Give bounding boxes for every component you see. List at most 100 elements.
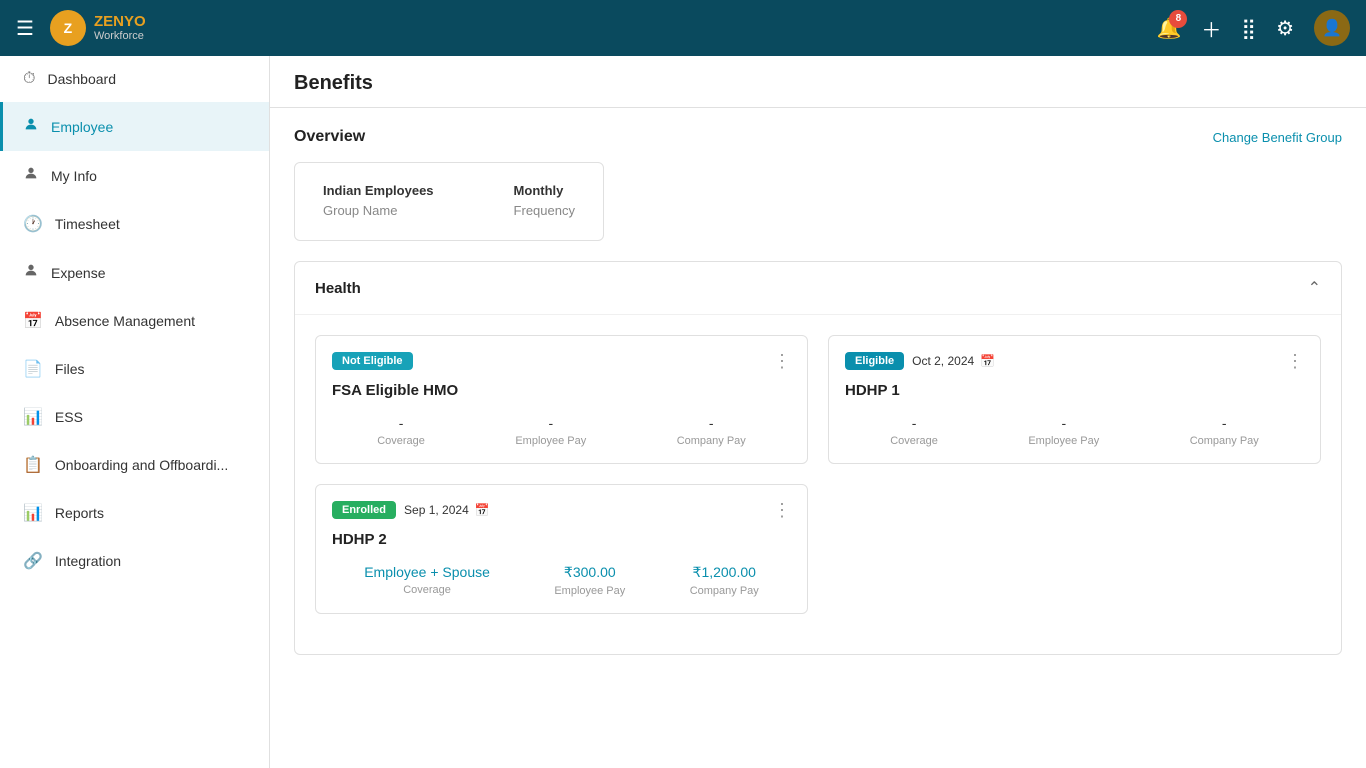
coverage-stat: - Coverage [377, 415, 425, 447]
sidebar-item-label: Employee [51, 119, 113, 135]
settings-icon[interactable]: ⚙ [1276, 16, 1294, 41]
overview-section: Overview Change Benefit Group Indian Emp… [270, 108, 1366, 261]
enrolled-badge: Enrolled [332, 501, 396, 519]
integration-icon: 🔗 [23, 551, 43, 571]
bottom-spacer [270, 679, 1366, 719]
benefit-card-hdhp1: Eligible Oct 2, 2024 📅 ⋮ HDHP 1 [828, 335, 1321, 464]
overview-card: Indian Employees Group Name Monthly Freq… [294, 162, 604, 241]
navbar-right: 🔔 8 ＋ ⣿ ⚙ 👤 [1157, 10, 1351, 46]
group-name-value: Indian Employees [323, 183, 434, 198]
sidebar-item-employee[interactable]: Employee [0, 102, 269, 151]
card-menu-hdhp2[interactable]: ⋮ [773, 501, 791, 519]
coverage-label: Coverage [377, 435, 425, 447]
company-pay-label: Company Pay [1190, 435, 1259, 447]
overview-header: Overview Change Benefit Group [294, 128, 1342, 146]
navbar: ☰ Z ZENYO Workforce 🔔 8 ＋ ⣿ ⚙ 👤 [0, 0, 1366, 56]
sidebar-item-timesheet[interactable]: 🕐 Timesheet [0, 200, 269, 248]
card-top-hdhp1: Eligible Oct 2, 2024 📅 ⋮ [845, 352, 1304, 370]
company-pay-label: Company Pay [677, 435, 746, 447]
card-menu-fsa[interactable]: ⋮ [773, 352, 791, 370]
avatar[interactable]: 👤 [1314, 10, 1350, 46]
cards-row-1: Not Eligible ⋮ FSA Eligible HMO - Covera… [315, 335, 1321, 464]
coverage-value: - [890, 415, 938, 431]
eligible-badge: Eligible [845, 352, 904, 370]
sidebar-item-label: Onboarding and Offboardi... [55, 457, 228, 473]
company-pay-stat: - Company Pay [1190, 415, 1259, 447]
eligible-date: Oct 2, 2024 📅 [912, 354, 995, 368]
sidebar-item-expense[interactable]: Expense [0, 248, 269, 297]
reports-icon: 📊 [23, 503, 43, 523]
card-stats-fsa: - Coverage - Employee Pay - Company Pay [332, 415, 791, 447]
calendar-icon: 📅 [980, 354, 995, 368]
coverage-label: Coverage [364, 584, 490, 596]
company-pay-stat: - Company Pay [677, 415, 746, 447]
sidebar-item-integration[interactable]: 🔗 Integration [0, 537, 269, 585]
apps-icon[interactable]: ⣿ [1241, 16, 1256, 41]
change-benefit-group-link[interactable]: Change Benefit Group [1213, 130, 1342, 145]
sidebar-item-onboarding[interactable]: 📋 Onboarding and Offboardi... [0, 441, 269, 489]
myinfo-icon [23, 165, 39, 186]
employee-pay-label: Employee Pay [515, 435, 586, 447]
card-stats-hdhp2: Employee + Spouse Coverage ₹300.00 Emplo… [332, 564, 791, 597]
sidebar-item-label: Integration [55, 553, 121, 569]
employee-icon [23, 116, 39, 137]
sidebar-item-reports[interactable]: 📊 Reports [0, 489, 269, 537]
coverage-value: - [377, 415, 425, 431]
group-name-label: Group Name [323, 203, 397, 218]
sidebar-item-label: Reports [55, 505, 104, 521]
company-pay-value: - [677, 415, 746, 431]
card-stats-hdhp1: - Coverage - Employee Pay - Company Pay [845, 415, 1304, 447]
card-menu-hdhp1[interactable]: ⋮ [1286, 352, 1304, 370]
sidebar-item-label: Expense [51, 265, 105, 281]
sidebar-item-label: Timesheet [55, 216, 120, 232]
add-icon[interactable]: ＋ [1201, 14, 1221, 43]
sidebar-item-label: ESS [55, 409, 83, 425]
main-layout: ⏱ Dashboard Employee My Info 🕐 Timesheet… [0, 56, 1366, 768]
content-area: Benefits Overview Change Benefit Group I… [270, 56, 1366, 768]
frequency-value: Monthly [514, 183, 575, 198]
coverage-stat: Employee + Spouse Coverage [364, 564, 490, 597]
employee-pay-value: - [515, 415, 586, 431]
calendar-icon-enrolled: 📅 [475, 503, 490, 517]
cards-row-2: Enrolled Sep 1, 2024 📅 ⋮ HDHP 2 [315, 484, 1321, 614]
coverage-value: Employee + Spouse [364, 564, 490, 580]
enrolled-date: Sep 1, 2024 📅 [404, 503, 490, 517]
enrolled-date-text: Sep 1, 2024 [404, 503, 469, 517]
sidebar-item-ess[interactable]: 📊 ESS [0, 393, 269, 441]
sidebar-item-label: Files [55, 361, 85, 377]
dashboard-icon: ⏱ [23, 70, 35, 88]
coverage-stat: - Coverage [890, 415, 938, 447]
logo-text: ZENYO Workforce [94, 14, 146, 43]
company-pay-value: ₹1,200.00 [690, 564, 759, 581]
hamburger-icon[interactable]: ☰ [16, 16, 34, 41]
collapse-button[interactable]: ⌃ [1308, 278, 1321, 298]
sidebar-item-absence[interactable]: 📅 Absence Management [0, 297, 269, 345]
frequency-field: Monthly Frequency [514, 183, 575, 220]
notification-icon[interactable]: 🔔 8 [1157, 16, 1182, 41]
overview-title: Overview [294, 128, 365, 146]
not-eligible-badge: Not Eligible [332, 352, 413, 370]
sidebar-item-files[interactable]: 📄 Files [0, 345, 269, 393]
company-pay-label: Company Pay [690, 585, 759, 597]
company-pay-stat: ₹1,200.00 Company Pay [690, 564, 759, 597]
absence-icon: 📅 [23, 311, 43, 331]
benefit-card-fsa-hmo: Not Eligible ⋮ FSA Eligible HMO - Covera… [315, 335, 808, 464]
card-name-hdhp1: HDHP 1 [845, 382, 1304, 399]
card-name-hdhp2: HDHP 2 [332, 531, 791, 548]
empty-space [828, 484, 1321, 614]
sidebar-item-myinfo[interactable]: My Info [0, 151, 269, 200]
sidebar-item-label: Absence Management [55, 313, 195, 329]
expense-icon [23, 262, 39, 283]
employee-pay-stat: - Employee Pay [1028, 415, 1099, 447]
employee-pay-value: - [1028, 415, 1099, 431]
logo-icon: Z [50, 10, 86, 46]
page-header: Benefits [270, 56, 1366, 108]
sidebar-item-label: My Info [51, 168, 97, 184]
sidebar-item-dashboard[interactable]: ⏱ Dashboard [0, 56, 269, 102]
card-top-fsa: Not Eligible ⋮ [332, 352, 791, 370]
employee-pay-stat: ₹300.00 Employee Pay [554, 564, 625, 597]
notification-badge: 8 [1169, 10, 1187, 28]
card-top-hdhp2: Enrolled Sep 1, 2024 📅 ⋮ [332, 501, 791, 519]
sidebar-item-label: Dashboard [47, 71, 116, 87]
health-section: Health ⌃ Not Eligible ⋮ FSA Eligible HMO [294, 261, 1342, 655]
